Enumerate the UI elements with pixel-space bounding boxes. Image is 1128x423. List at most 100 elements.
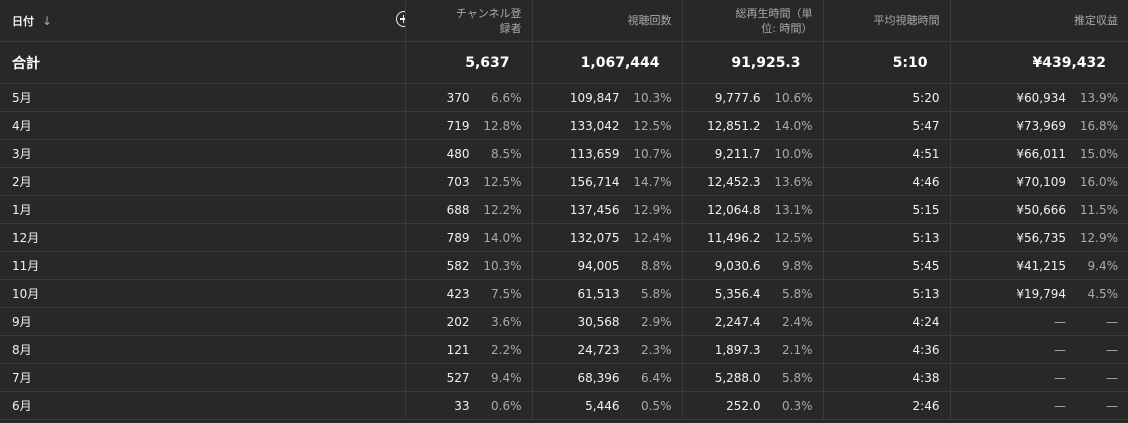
watch-time-percent: 5.8% <box>782 286 813 301</box>
subscribers-value: 480 <box>446 146 470 161</box>
subscribers-percent: 3.6% <box>491 314 522 329</box>
row-views-cell: 68,396 6.4% <box>531 363 682 392</box>
row-revenue-cell: ¥73,969 16.8% <box>949 111 1128 140</box>
row-subscribers-cell: 719 12.8% <box>404 111 532 140</box>
watch-time-percent: 0.3% <box>782 398 813 413</box>
revenue-value: ¥73,969 <box>1016 118 1066 133</box>
avg-duration-value: 5:45 <box>912 258 940 273</box>
row-revenue-cell: ¥50,666 11.5% <box>949 195 1128 224</box>
row-avg-duration-cell: 5:45 <box>822 251 950 280</box>
table-row[interactable]: 10月 423 7.5% 61,513 5.8% 5,356.4 5.8% 5:13 ¥19,7… <box>0 279 1128 308</box>
views-value: 68,396 <box>577 370 620 385</box>
subscribers-value: 423 <box>446 286 470 301</box>
row-subscribers-cell: 480 8.5% <box>404 139 532 168</box>
watch-time-value: 12,064.8 <box>707 202 761 217</box>
column-header-subscribers[interactable]: チャンネル登 録者 <box>404 0 532 42</box>
row-subscribers-cell: 202 3.6% <box>404 307 532 336</box>
row-watch-time-cell: 12,064.8 13.1% <box>681 195 823 224</box>
revenue-percent: 11.5% <box>1079 202 1118 217</box>
row-watch-time-cell: 9,211.7 10.0% <box>681 139 823 168</box>
column-header-avg-duration[interactable]: 平均視聴時間 <box>822 0 950 42</box>
row-subscribers-cell: 527 9.4% <box>404 363 532 392</box>
subscribers-value: 527 <box>446 370 470 385</box>
row-avg-duration-cell: 4:51 <box>822 139 950 168</box>
table-row[interactable]: 2月 703 12.5% 156,714 14.7% 12,452.3 13.6% 4:46 ¥… <box>0 167 1128 196</box>
row-date: 10月 <box>0 279 405 308</box>
row-watch-time-cell: 9,777.6 10.6% <box>681 83 823 112</box>
table-row[interactable]: 1月 688 12.2% 137,456 12.9% 12,064.8 13.1% 5:15 ¥… <box>0 195 1128 224</box>
views-value: 133,042 <box>569 118 620 133</box>
row-date: 6月 <box>0 391 405 420</box>
subscribers-percent: 12.8% <box>483 118 522 133</box>
row-revenue-cell: — — <box>949 391 1128 420</box>
views-value: 113,659 <box>569 146 620 161</box>
subscribers-value: 370 <box>446 90 470 105</box>
row-watch-time-cell: 5,288.0 5.8% <box>681 363 823 392</box>
table-row[interactable]: 12月 789 14.0% 132,075 12.4% 11,496.2 12.5% 5:13… <box>0 223 1128 252</box>
table-row[interactable]: 4月 719 12.8% 133,042 12.5% 12,851.2 14.0% 5:47 ¥… <box>0 111 1128 140</box>
row-date: 5月 <box>0 83 405 112</box>
watch-time-percent: 2.4% <box>782 314 813 329</box>
table-row[interactable]: 9月 202 3.6% 30,568 2.9% 2,247.4 2.4% 4:24— — <box>0 307 1128 336</box>
sort-arrow-icon[interactable]: ↓ <box>42 14 52 28</box>
views-value: 30,568 <box>577 314 620 329</box>
subscribers-value: 789 <box>446 230 470 245</box>
revenue-value: — <box>1054 398 1066 413</box>
column-header-watch-time[interactable]: 総再生時間（単 位: 時間） <box>681 0 823 42</box>
total-watch-time: 91,925.3 <box>681 41 823 84</box>
revenue-value: ¥56,735 <box>1016 230 1066 245</box>
revenue-value: ¥19,794 <box>1016 286 1066 301</box>
subscribers-header-line-2: 録者 <box>499 21 522 35</box>
total-revenue: ¥439,432 <box>949 41 1128 84</box>
row-avg-duration-cell: 5:20 <box>822 83 950 112</box>
row-avg-duration-cell: 4:36 <box>822 335 950 364</box>
row-watch-time-cell: 1,897.3 2.1% <box>681 335 823 364</box>
watch-time-value: 9,030.6 <box>714 258 761 273</box>
revenue-percent: 4.5% <box>1087 286 1119 301</box>
row-views-cell: 133,042 12.5% <box>531 111 682 140</box>
revenue-percent: 16.0% <box>1079 174 1118 189</box>
revenue-value: ¥41,215 <box>1016 258 1066 273</box>
row-date: 11月 <box>0 251 405 280</box>
table-row[interactable]: 11月 582 10.3% 94,005 8.8% 9,030.6 9.8% 5:45 ¥41,… <box>0 251 1128 280</box>
table-row[interactable]: 5月 370 6.6% 109,847 10.3% 9,777.6 10.6% 5:20 ¥60… <box>0 83 1128 112</box>
watch-time-percent: 12.5% <box>774 230 813 245</box>
row-subscribers-cell: 789 14.0% <box>404 223 532 252</box>
watch-time-percent: 9.8% <box>782 258 813 273</box>
views-value: 61,513 <box>577 286 620 301</box>
watch-time-percent: 13.1% <box>774 202 813 217</box>
add-metric-icon[interactable] <box>395 11 405 27</box>
row-watch-time-cell: 11,496.2 12.5% <box>681 223 823 252</box>
row-revenue-cell: ¥19,794 4.5% <box>949 279 1128 308</box>
revenue-percent: — <box>1106 370 1118 385</box>
revenue-percent: 13.9% <box>1079 90 1118 105</box>
column-header-date[interactable]: 日付 ↓ <box>0 0 405 42</box>
revenue-percent: — <box>1106 314 1118 329</box>
revenue-percent: — <box>1106 342 1118 357</box>
views-percent: 10.3% <box>633 90 672 105</box>
views-percent: 14.7% <box>633 174 672 189</box>
views-percent: 12.5% <box>633 118 672 133</box>
views-value: 137,456 <box>569 202 620 217</box>
table-row[interactable]: 7月 527 9.4% 68,396 6.4% 5,288.0 5.8% 4:38— — <box>0 363 1128 392</box>
table-row[interactable]: 8月 121 2.2% 24,723 2.3% 1,897.3 2.1% 4:36— — <box>0 335 1128 364</box>
revenue-percent: 12.9% <box>1079 230 1118 245</box>
row-revenue-cell: — — <box>949 307 1128 336</box>
subscribers-value: 703 <box>446 174 470 189</box>
header-row: 日付 ↓ チャンネル登 録者 視聴回数 総再生時間（単 位: 時間） 平均視聴時間… <box>0 0 1128 42</box>
row-revenue-cell: — — <box>949 335 1128 364</box>
table-row[interactable]: 3月 480 8.5% 113,659 10.7% 9,211.7 10.0% 4:51 ¥66… <box>0 139 1128 168</box>
table-row[interactable]: 6月 33 0.6% 5,446 0.5% 252.0 0.3% 2:46— — <box>0 391 1128 420</box>
avg-duration-value: 4:46 <box>912 174 940 189</box>
subscribers-percent: 9.4% <box>491 370 522 385</box>
views-value: 156,714 <box>569 174 620 189</box>
subscribers-header-line-1: チャンネル登 <box>455 6 522 20</box>
watch-time-value: 5,356.4 <box>714 286 761 301</box>
watch-time-value: 9,777.6 <box>714 90 761 105</box>
subscribers-percent: 6.6% <box>491 90 522 105</box>
watch-time-header-line-1: 総再生時間（単 <box>735 6 813 20</box>
row-watch-time-cell: 12,452.3 13.6% <box>681 167 823 196</box>
column-header-views[interactable]: 視聴回数 <box>531 0 682 42</box>
column-header-revenue[interactable]: 推定収益 <box>949 0 1128 42</box>
views-percent: 12.9% <box>633 202 672 217</box>
